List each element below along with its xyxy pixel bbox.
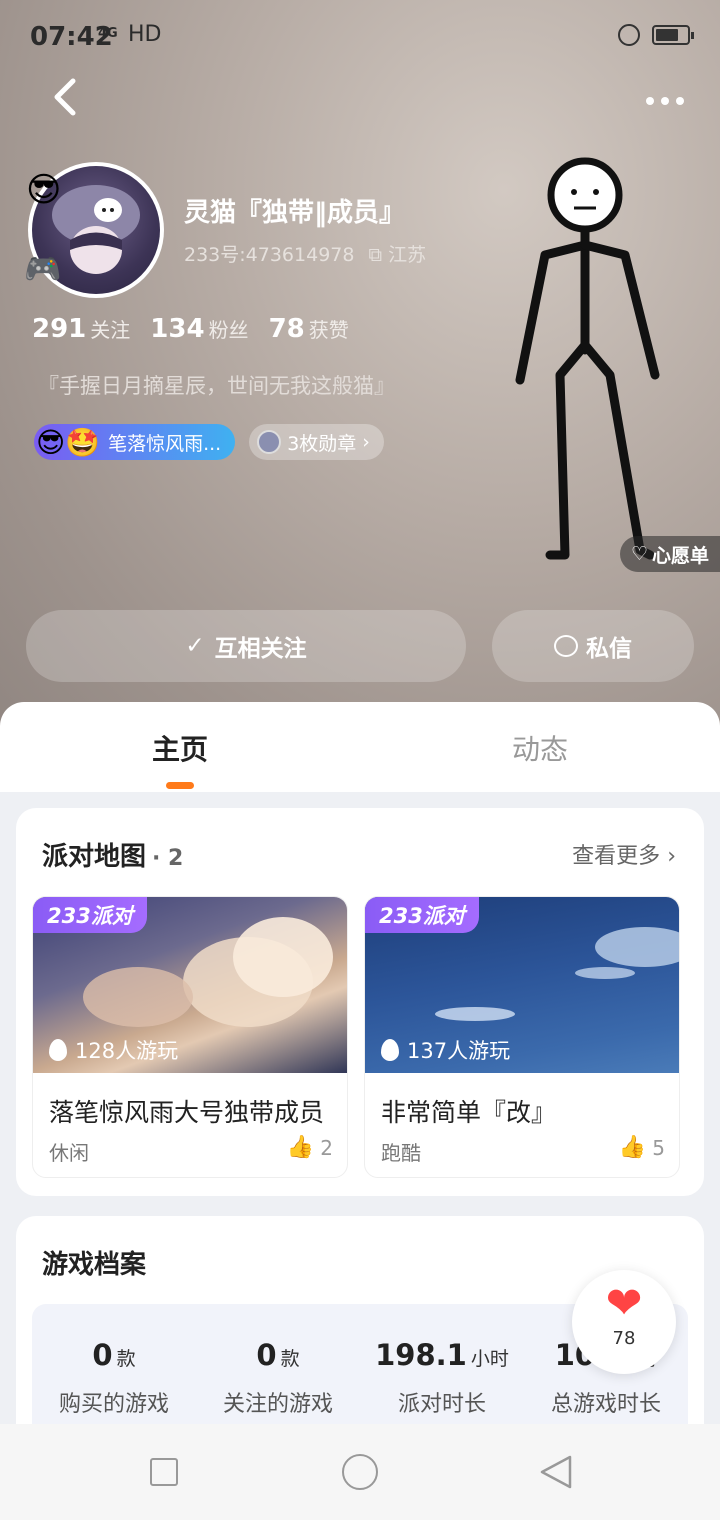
user-id-number: 233号:473614978 bbox=[184, 244, 355, 266]
more-options-button[interactable] bbox=[640, 75, 690, 119]
flame-icon bbox=[381, 1039, 399, 1061]
map-name: 非常简单『改』 bbox=[381, 1098, 557, 1127]
stat-following[interactable]: 291 关注 bbox=[32, 314, 130, 344]
user-location: 江苏 bbox=[388, 244, 427, 266]
wishlist-button[interactable]: ♡ 心愿单 bbox=[620, 536, 720, 572]
back-button[interactable] bbox=[40, 70, 90, 124]
wishlist-label: 心愿单 bbox=[652, 544, 710, 567]
thumbs-up-icon: 👍 bbox=[286, 1135, 315, 1160]
map-likes: 👍 2 bbox=[286, 1135, 333, 1160]
like-button[interactable]: ❤ 78 bbox=[572, 1270, 676, 1374]
map-name: 落笔惊风雨大号独带成员 bbox=[49, 1098, 325, 1127]
tab-feed[interactable]: 动态 bbox=[512, 728, 568, 768]
home-button[interactable] bbox=[342, 1454, 378, 1490]
recent-apps-button[interactable] bbox=[150, 1458, 178, 1486]
stat-purchased-games: 0款 bbox=[92, 1338, 136, 1372]
stat-party-label: 派对时长 bbox=[397, 1392, 486, 1417]
rotation-lock-icon bbox=[618, 24, 640, 46]
thumbs-up-icon: 👍 bbox=[618, 1135, 647, 1160]
title-badge-text: 笔落惊风雨... bbox=[108, 432, 222, 455]
gamepad-icon: 🎮 bbox=[24, 252, 62, 287]
user-bio: 『手握日月摘星辰，世间无我这般猫』 bbox=[38, 374, 395, 398]
system-navigation-bar bbox=[0, 1424, 720, 1520]
message-button[interactable]: 私信 bbox=[492, 610, 694, 682]
party-tag: 233派对 bbox=[365, 897, 479, 933]
profile-stats: 291 关注 134 粉丝 78 获赞 bbox=[32, 314, 349, 344]
map-cover-image: 233派对 128人游玩 bbox=[33, 897, 347, 1073]
heart-icon: ❤ bbox=[605, 1278, 643, 1329]
chevron-right-icon: › bbox=[667, 844, 676, 869]
wifi-icon: HD bbox=[128, 22, 162, 47]
back-triangle-button[interactable] bbox=[538, 1454, 574, 1490]
party-map-item[interactable]: 233派对 128人游玩 落笔惊风雨大号独带成员 休闲 👍 2 bbox=[32, 896, 348, 1178]
party-tag: 233派对 bbox=[33, 897, 147, 933]
profile-tabs: 主页 动态 bbox=[0, 702, 720, 792]
party-maps-title: 派对地图 · 2 bbox=[42, 842, 184, 872]
medal-icon bbox=[257, 430, 282, 454]
emoji-badge-icon: 😎🤩 bbox=[36, 425, 101, 459]
stickman-avatar-figure bbox=[515, 157, 660, 560]
map-likes: 👍 5 bbox=[618, 1135, 665, 1160]
signal-icon: 4G bbox=[98, 26, 118, 41]
map-genre: 跑酷 bbox=[381, 1141, 421, 1165]
more-dots-icon bbox=[646, 97, 684, 105]
title-badge[interactable]: 😎🤩 笔落惊风雨... bbox=[34, 424, 236, 460]
user-id: 233号:473614978 ⧉ 江苏 bbox=[184, 240, 426, 267]
view-more-link[interactable]: 查看更多 › bbox=[572, 838, 676, 870]
stat-total-label: 总游戏时长 bbox=[550, 1392, 661, 1417]
chat-bubble-icon bbox=[554, 635, 578, 657]
players-count: 128人游玩 bbox=[49, 1035, 178, 1065]
follow-button[interactable]: ✓ 互相关注 bbox=[26, 610, 466, 682]
medals-button[interactable]: 3枚勋章 › bbox=[249, 424, 384, 460]
map-genre: 休闲 bbox=[49, 1141, 89, 1165]
copy-icon[interactable]: ⧉ bbox=[369, 244, 383, 266]
map-cover-image: 233派对 137人游玩 bbox=[365, 897, 679, 1073]
stat-followers[interactable]: 134 粉丝 bbox=[150, 314, 248, 344]
message-label: 私信 bbox=[586, 636, 632, 662]
follow-label: 互相关注 bbox=[214, 636, 307, 662]
active-tab-indicator bbox=[166, 782, 194, 789]
game-archive-title: 游戏档案 bbox=[42, 1250, 147, 1280]
stat-followed-games: 0款 bbox=[256, 1338, 300, 1372]
heart-outline-icon: ♡ bbox=[630, 543, 649, 565]
battery-icon bbox=[652, 25, 694, 45]
party-map-item[interactable]: 233派对 137人游玩 非常简单『改』 跑酷 👍 5 bbox=[364, 896, 680, 1178]
stat-purchased-label: 购买的游戏 bbox=[58, 1392, 169, 1417]
stat-followed-label: 关注的游戏 bbox=[222, 1392, 333, 1417]
chevron-right-icon: › bbox=[362, 431, 370, 453]
check-icon: ✓ bbox=[185, 633, 205, 659]
like-count: 78 bbox=[612, 1328, 636, 1349]
sunglasses-emoji-icon: 😎 bbox=[26, 170, 62, 210]
username: 灵猫『独带‖成员』 bbox=[184, 198, 406, 228]
stat-party-duration: 198.1 小时 bbox=[375, 1338, 509, 1372]
chevron-left-icon bbox=[54, 78, 76, 116]
medals-text: 3枚勋章 bbox=[287, 432, 357, 455]
flame-icon bbox=[49, 1039, 67, 1061]
stat-likes: 78 获赞 bbox=[268, 314, 349, 344]
party-maps-card: 派对地图 · 2 查看更多 › 233派对 128人游玩 落笔惊风雨大号独带成员 … bbox=[16, 808, 704, 1196]
players-count: 137人游玩 bbox=[381, 1035, 510, 1065]
badge-row: 😎🤩 笔落惊风雨... 3枚勋章 › bbox=[34, 424, 384, 460]
tab-home[interactable]: 主页 bbox=[152, 728, 208, 768]
status-bar: 07:42 4G HD bbox=[0, 0, 720, 72]
